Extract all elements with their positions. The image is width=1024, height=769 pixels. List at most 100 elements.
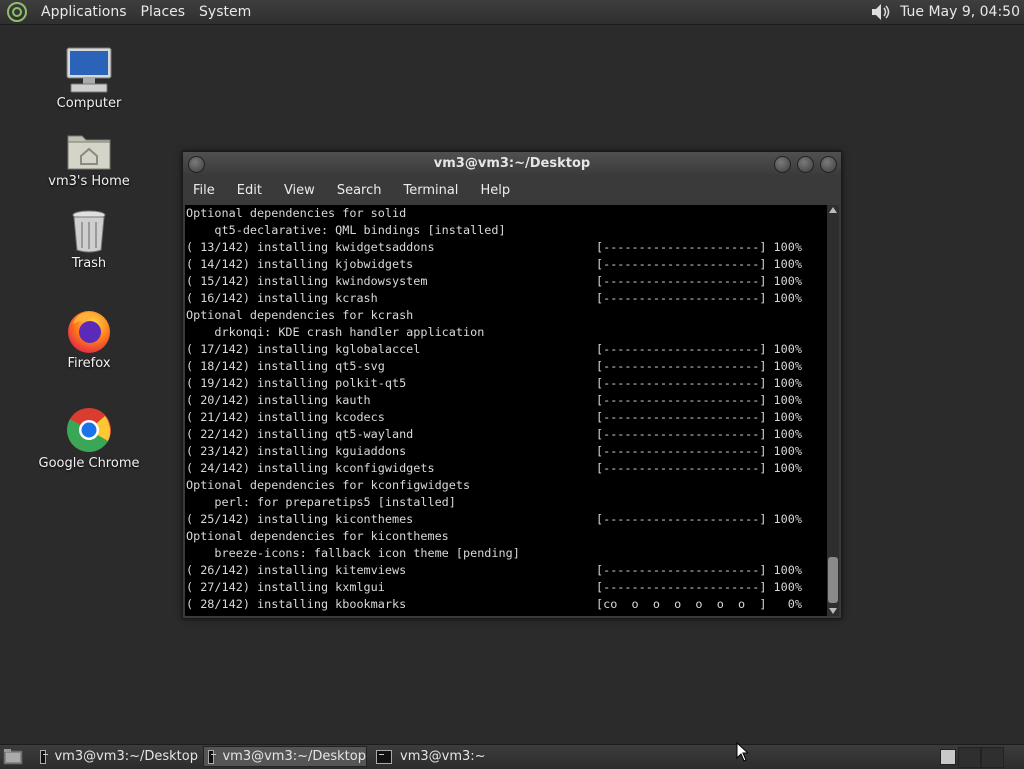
taskbar-item-label: vm3@vm3:~/Desktop (54, 749, 198, 764)
terminal-line-text: ( 20/142) installing kauth (186, 393, 371, 407)
firefox-icon (68, 311, 110, 353)
terminal-line: ( 20/142) installing kauth [-------------… (185, 392, 827, 409)
window-title: vm3@vm3:~/Desktop (433, 156, 591, 171)
desktop-icon-trash[interactable]: Trash (29, 208, 149, 271)
computer-icon (66, 47, 112, 93)
top-panel: Applications Places System Tue May 9, 04… (0, 0, 1024, 25)
trash-icon (72, 210, 106, 253)
terminal-line: ( 21/142) installing kcodecs [-----------… (185, 409, 827, 426)
terminal-line: Optional dependencies for kcrash (185, 307, 827, 324)
terminal-line-text: qt5-declarative: QML bindings [installed… (186, 223, 506, 237)
desktop-icon-home[interactable]: vm3's Home (29, 128, 149, 189)
terminal-line-text: Optional dependencies for kconfigwidgets (186, 478, 471, 492)
taskbar-item-terminal-desktop-1[interactable]: vm3@vm3:~/Desktop (36, 746, 198, 767)
window-titlebar[interactable]: vm3@vm3:~/Desktop (183, 152, 841, 176)
applications-menu[interactable]: Applications (34, 0, 134, 24)
terminal-line-text: ( 13/142) installing kwidgetsaddons (186, 240, 435, 254)
desktop-icon-label: Computer (56, 96, 122, 111)
terminal-output[interactable]: Optional dependencies for solid qt5-decl… (185, 205, 827, 616)
desktop-icon-chrome[interactable]: Google Chrome (29, 406, 149, 471)
terminal-line: ( 14/142) installing kjobwidgets [-------… (185, 256, 827, 273)
progress-bar-text: [----------------------] 100% (596, 563, 802, 577)
menu-edit[interactable]: Edit (226, 183, 273, 198)
terminal-line: drkonqi: KDE crash handler application (185, 324, 827, 341)
progress-bar-text: [----------------------] 100% (596, 291, 802, 305)
progress-bar-text: [co o o o o o o ] 0% (596, 597, 802, 611)
terminal-line-text: breeze-icons: fallback icon theme [pendi… (186, 546, 520, 560)
home-folder-icon (67, 135, 111, 170)
terminal-line: ( 27/142) installing kxmlgui [-----------… (185, 579, 827, 596)
terminal-line-text: ( 23/142) installing kguiaddons (186, 444, 407, 458)
terminal-menubar: File Edit View Search Terminal Help (183, 176, 841, 204)
workspace-switcher-3[interactable] (981, 747, 1004, 768)
progress-bar-text: [----------------------] 100% (596, 376, 802, 390)
workspace-switcher-2[interactable] (958, 747, 981, 768)
taskbar-item-terminal-desktop-2[interactable]: vm3@vm3:~/Desktop (203, 746, 367, 767)
terminal-icon (208, 749, 217, 764)
scrollbar-thumb[interactable] (828, 557, 838, 603)
terminal-line-text: ( 19/142) installing polkit-qt5 (186, 376, 407, 390)
menu-file[interactable]: File (183, 183, 226, 198)
progress-bar-text: [----------------------] 100% (596, 410, 802, 424)
desktop-icon-firefox[interactable]: Firefox (29, 306, 149, 371)
progress-bar-text: [----------------------] 100% (596, 257, 802, 271)
terminal-line: Optional dependencies for kconfigwidgets (185, 477, 827, 494)
terminal-line-text: ( 28/142) installing kbookmarks (186, 597, 407, 611)
show-desktop-icon[interactable] (3, 748, 23, 766)
bottom-panel: vm3@vm3:~/Desktop vm3@vm3:~/Desktop vm3@… (0, 744, 1024, 769)
taskbar-item-label: vm3@vm3:~/Desktop (222, 749, 366, 764)
terminal-line-text: ( 26/142) installing kitemviews (186, 563, 407, 577)
panel-tray: Tue May 9, 04:50 (868, 0, 1020, 24)
terminal-line: ( 26/142) installing kitemviews [--------… (185, 562, 827, 579)
terminal-line-text: ( 17/142) installing kglobalaccel (186, 342, 421, 356)
places-menu[interactable]: Places (134, 0, 193, 24)
progress-bar-text: [----------------------] 100% (596, 580, 802, 594)
progress-bar-text: [----------------------] 100% (596, 461, 802, 475)
terminal-line: ( 24/142) installing kconfigwidgets [----… (185, 460, 827, 477)
terminal-window[interactable]: vm3@vm3:~/Desktop File Edit View Search … (182, 151, 842, 619)
distro-logo-icon[interactable] (6, 1, 28, 23)
scroll-up-arrow-icon[interactable] (829, 207, 837, 213)
desktop-icon-label: Firefox (67, 356, 111, 371)
clock[interactable]: Tue May 9, 04:50 (900, 4, 1020, 20)
terminal-line: ( 18/142) installing qt5-svg [-----------… (185, 358, 827, 375)
terminal-line: ( 16/142) installing kcrash [------------… (185, 290, 827, 307)
desktop-icon-label: Google Chrome (38, 456, 140, 471)
terminal-line-text: ( 15/142) installing kwindowsystem (186, 274, 428, 288)
terminal-line: ( 19/142) installing polkit-qt5 [--------… (185, 375, 827, 392)
terminal-scrollbar[interactable] (827, 205, 839, 616)
terminal-line: qt5-declarative: QML bindings [installed… (185, 222, 827, 239)
close-button[interactable] (820, 156, 837, 173)
taskbar-item-terminal-home[interactable]: vm3@vm3:~ (372, 746, 492, 767)
terminal-line-text: ( 27/142) installing kxmlgui (186, 580, 385, 594)
menu-help[interactable]: Help (469, 183, 521, 198)
minimize-button[interactable] (774, 156, 791, 173)
desktop-icon-label: vm3's Home (48, 174, 130, 189)
terminal-line-text: Optional dependencies for solid (186, 206, 407, 220)
terminal-line-text: ( 16/142) installing kcrash (186, 291, 378, 305)
mouse-pointer-icon (736, 742, 748, 762)
terminal-line-text: ( 18/142) installing qt5-svg (186, 359, 385, 373)
menu-view[interactable]: View (273, 183, 326, 198)
progress-bar-text: [----------------------] 100% (596, 342, 802, 356)
maximize-button[interactable] (797, 156, 814, 173)
progress-bar-text: [----------------------] 100% (596, 512, 802, 526)
volume-icon[interactable] (868, 1, 892, 23)
terminal-line-text: perl: for preparetips5 [installed] (186, 495, 456, 509)
terminal-line: ( 22/142) installing qt5-wayland [-------… (185, 426, 827, 443)
terminal-line-text: ( 24/142) installing kconfigwidgets (186, 461, 435, 475)
terminal-line-text: ( 25/142) installing kiconthemes (186, 512, 414, 526)
terminal-line-text: Optional dependencies for kiconthemes (186, 529, 449, 543)
terminal-line: ( 17/142) installing kglobalaccel [------… (185, 341, 827, 358)
terminal-line-text: Optional dependencies for kcrash (186, 308, 414, 322)
desktop-icon-computer[interactable]: Computer (29, 46, 149, 111)
terminal-line: ( 25/142) installing kiconthemes [-------… (185, 511, 827, 528)
system-menu[interactable]: System (192, 0, 258, 24)
menu-search[interactable]: Search (326, 183, 393, 198)
scroll-down-arrow-icon[interactable] (829, 608, 837, 614)
progress-bar-text: [----------------------] 100% (596, 427, 802, 441)
menu-terminal[interactable]: Terminal (392, 183, 469, 198)
workspace-switcher-1[interactable] (940, 749, 956, 765)
terminal-line-text: ( 21/142) installing kcodecs (186, 410, 385, 424)
terminal-line: perl: for preparetips5 [installed] (185, 494, 827, 511)
